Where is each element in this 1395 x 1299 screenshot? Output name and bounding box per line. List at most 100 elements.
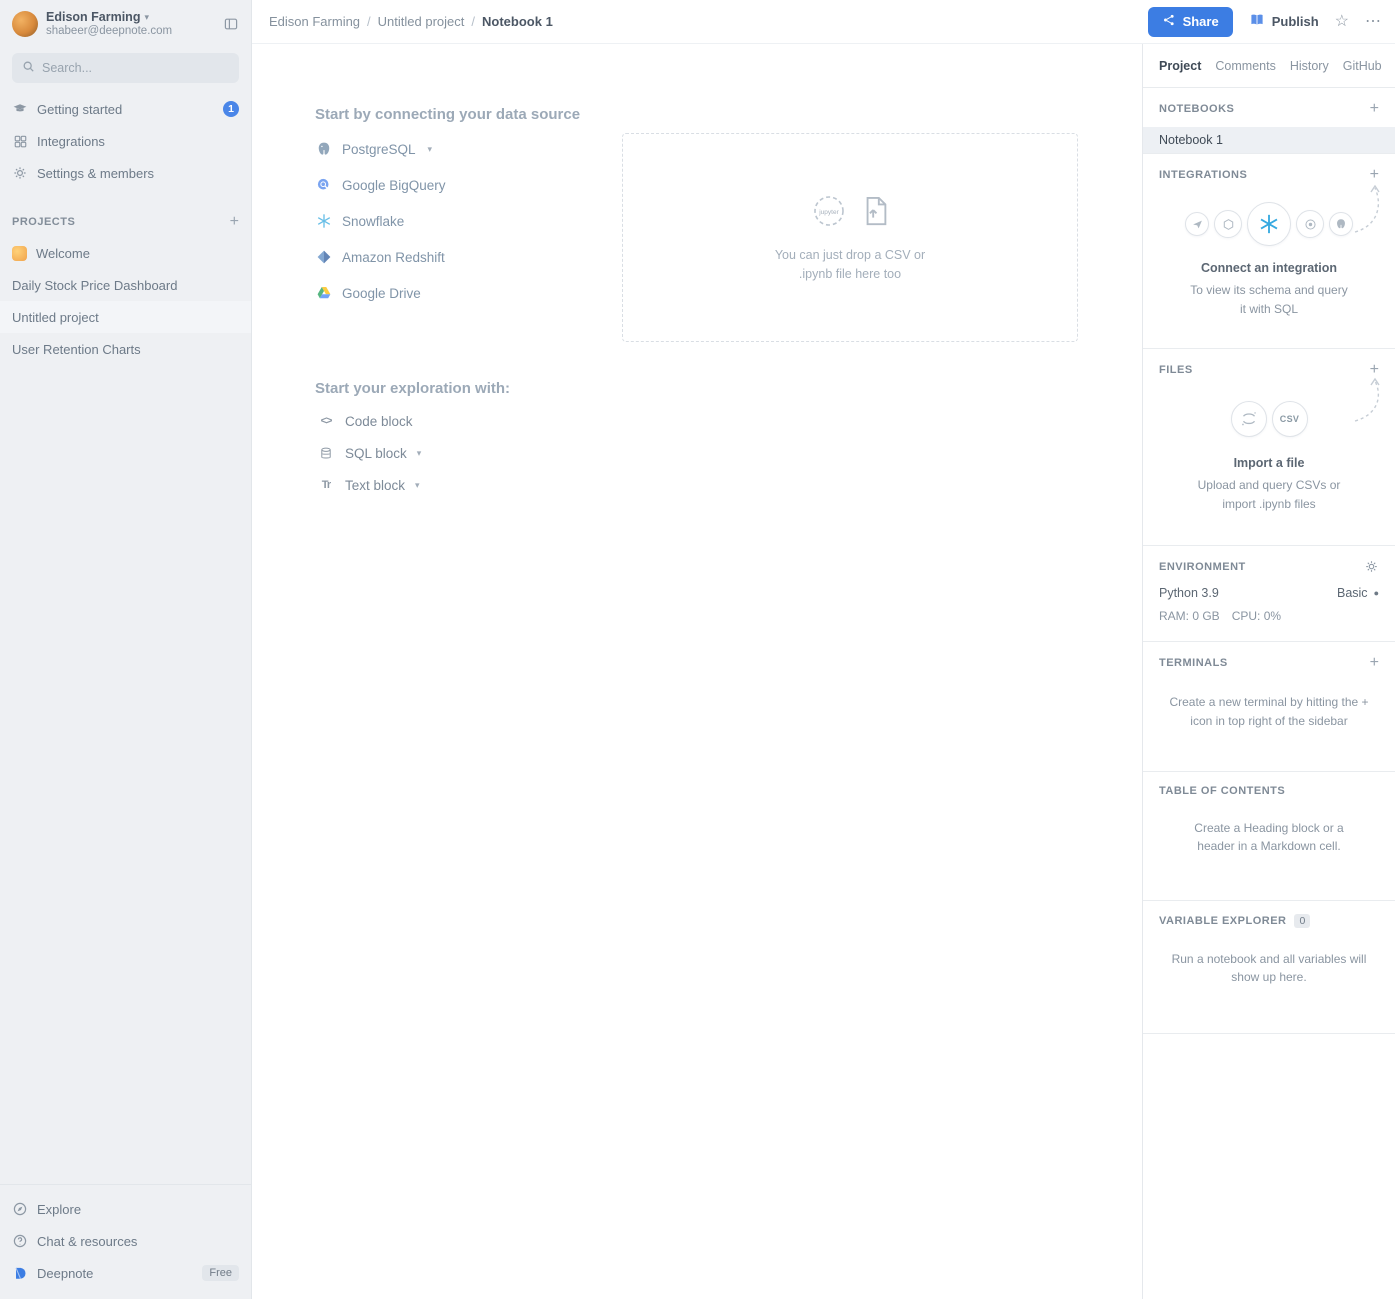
sidebar-item-label: Deepnote xyxy=(37,1266,193,1281)
csv-file-icon: CSV xyxy=(1272,401,1308,437)
project-item-welcome[interactable]: Welcome xyxy=(0,237,251,269)
star-icon[interactable]: ☆ xyxy=(1335,14,1349,30)
add-terminal-button[interactable]: + xyxy=(1370,655,1379,671)
sidebar-item-deepnote[interactable]: Deepnote Free xyxy=(0,1257,251,1289)
sidebar-item-label: Getting started xyxy=(37,102,214,117)
datasource-redshift[interactable]: Amazon Redshift xyxy=(315,239,622,275)
project-item-user-retention[interactable]: User Retention Charts xyxy=(0,333,251,365)
ram-usage: RAM: 0 GB xyxy=(1159,609,1220,623)
redshift-icon xyxy=(315,249,332,266)
tab-comments[interactable]: Comments xyxy=(1215,59,1275,73)
question-circle-icon xyxy=(12,1233,28,1249)
toc-header: TABLE OF CONTENTS xyxy=(1159,785,1285,797)
sql-block-button[interactable]: SQL block ▾ xyxy=(317,437,1142,469)
sidebar-item-integrations[interactable]: Integrations xyxy=(0,125,251,157)
workspace-switcher[interactable]: Edison Farming ▾ xyxy=(46,10,215,24)
tab-project[interactable]: Project xyxy=(1159,59,1201,73)
integrations-description: To view its schema and query it with SQL xyxy=(1189,281,1349,318)
file-upload-icon xyxy=(861,195,891,230)
text-block-button[interactable]: Tr Text block ▾ xyxy=(317,469,1142,501)
file-dropzone[interactable]: jupyter You can just drop a CSV or .ipyn… xyxy=(622,133,1078,342)
notebook-canvas: Start by connecting your data source Pos… xyxy=(252,44,1142,1299)
bigquery-icon xyxy=(315,177,332,194)
breadcrumb-separator: / xyxy=(471,14,475,29)
svg-text:jupyter: jupyter xyxy=(818,209,839,216)
notebook-item[interactable]: Notebook 1 xyxy=(1143,127,1395,153)
files-description: Upload and query CSVs or import .ipynb f… xyxy=(1182,476,1357,513)
datasource-label: Amazon Redshift xyxy=(342,250,445,265)
right-column: Edison Farming / Untitled project / Note… xyxy=(252,0,1395,1299)
files-header: FILES xyxy=(1159,364,1193,376)
tab-history[interactable]: History xyxy=(1290,59,1329,73)
datasource-layout: PostgreSQL ▾ Google BigQuery xyxy=(315,131,1142,342)
dropzone-icons: jupyter xyxy=(809,191,891,234)
dashed-arrow-icon xyxy=(1349,180,1389,238)
file-icons-cluster: CSV xyxy=(1159,394,1379,444)
sidebar-item-settings-members[interactable]: Settings & members xyxy=(0,157,251,189)
datasource-snowflake[interactable]: Snowflake xyxy=(315,203,622,239)
toc-section: TABLE OF CONTENTS Create a Heading block… xyxy=(1143,772,1395,901)
breadcrumb-separator: / xyxy=(367,14,371,29)
breadcrumb-project[interactable]: Untitled project xyxy=(378,14,465,29)
csv-label: CSV xyxy=(1280,414,1299,424)
panel-tabs: Project Comments History GitHub xyxy=(1143,44,1395,88)
workspace-header: Edison Farming ▾ shabeer@deepnote.com xyxy=(0,0,251,45)
sidebar-item-label: Integrations xyxy=(37,134,239,149)
environment-settings-icon[interactable] xyxy=(1364,559,1379,574)
project-item-label: Welcome xyxy=(36,246,239,261)
collapse-sidebar-icon[interactable] xyxy=(223,16,239,32)
tab-github[interactable]: GitHub xyxy=(1343,59,1382,73)
sidebar-item-label: Settings & members xyxy=(37,166,239,181)
datasource-label: Google BigQuery xyxy=(342,178,446,193)
chevron-down-icon: ▾ xyxy=(417,448,422,459)
project-item-untitled[interactable]: Untitled project xyxy=(0,301,251,333)
search-box[interactable] xyxy=(12,53,239,83)
add-project-button[interactable]: + xyxy=(230,214,239,230)
sidebar-item-explore[interactable]: Explore xyxy=(0,1193,251,1225)
search-input[interactable] xyxy=(42,61,229,75)
add-notebook-button[interactable]: + xyxy=(1370,101,1379,117)
datasource-bigquery[interactable]: Google BigQuery xyxy=(315,167,622,203)
search-icon xyxy=(22,60,35,76)
publish-label: Publish xyxy=(1272,14,1319,29)
notebooks-section: NOTEBOOKS + Notebook 1 xyxy=(1143,88,1395,154)
left-sidebar: Edison Farming ▾ shabeer@deepnote.com Ge xyxy=(0,0,252,1299)
dropzone-text: You can just drop a CSV or .ipynb file h… xyxy=(758,246,943,284)
breadcrumb-workspace[interactable]: Edison Farming xyxy=(269,14,360,29)
breadcrumb: Edison Farming / Untitled project / Note… xyxy=(269,14,1148,29)
environment-section: ENVIRONMENT Python 3.9 Basic ● RAM: 0 xyxy=(1143,546,1395,642)
python-version[interactable]: Python 3.9 xyxy=(1159,586,1219,600)
exploration-title: Start your exploration with: xyxy=(315,380,1142,397)
ipynb-file-icon xyxy=(1231,401,1267,437)
block-label: Text block xyxy=(345,478,405,493)
project-item-daily-stock[interactable]: Daily Stock Price Dashboard xyxy=(0,269,251,301)
machine-type[interactable]: Basic ● xyxy=(1337,586,1379,600)
datasource-postgresql[interactable]: PostgreSQL ▾ xyxy=(315,131,622,167)
share-icon xyxy=(1162,13,1176,30)
sidebar-item-getting-started[interactable]: Getting started 1 xyxy=(0,93,251,125)
integration-icons-cluster xyxy=(1159,199,1379,249)
sidebar-item-chat-resources[interactable]: Chat & resources xyxy=(0,1225,251,1257)
machine-label: Basic xyxy=(1337,586,1368,600)
block-label: Code block xyxy=(345,414,413,429)
workspace-name: Edison Farming xyxy=(46,10,140,24)
toc-description: Create a Heading block or a header in a … xyxy=(1180,819,1358,856)
text-format-icon: Tr xyxy=(317,479,335,491)
code-icon: <> xyxy=(317,415,335,427)
variable-explorer-section: VARIABLE EXPLORER 0 Run a notebook and a… xyxy=(1143,901,1395,1034)
project-item-label: Untitled project xyxy=(12,310,239,325)
sidebar-footer: Explore Chat & resources Deepnote Free xyxy=(0,1184,251,1299)
code-block-button[interactable]: <> Code block xyxy=(317,405,1142,437)
integrations-header: INTEGRATIONS xyxy=(1159,169,1247,181)
integration-icon xyxy=(1185,212,1209,236)
workspace-avatar[interactable] xyxy=(12,11,38,37)
datasource-google-drive[interactable]: Google Drive xyxy=(315,275,622,311)
sidebar-item-label: Explore xyxy=(37,1202,239,1217)
projects-section-header: PROJECTS + xyxy=(0,207,251,237)
projects-header-label: PROJECTS xyxy=(12,216,75,228)
share-button[interactable]: Share xyxy=(1148,7,1233,37)
book-icon xyxy=(1249,12,1265,31)
project-item-label: Daily Stock Price Dashboard xyxy=(12,278,239,293)
more-options-icon[interactable]: ⋯ xyxy=(1365,14,1381,30)
publish-button[interactable]: Publish xyxy=(1249,12,1319,31)
